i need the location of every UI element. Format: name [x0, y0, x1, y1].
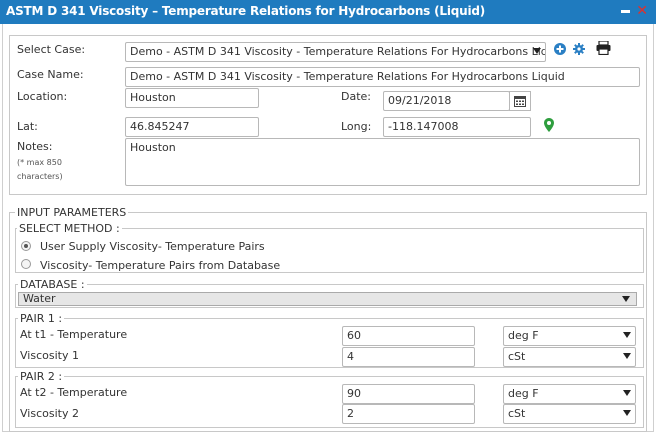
notes-field[interactable]: Houston: [125, 138, 640, 186]
close-icon[interactable]: ✕: [636, 3, 648, 19]
chevron-down-icon: [622, 296, 630, 302]
date-label: Date:: [341, 90, 371, 103]
settings-icon[interactable]: [573, 43, 585, 55]
lat-label: Lat:: [17, 120, 38, 133]
chevron-down-icon: [623, 332, 631, 338]
chevron-down-icon: [533, 48, 541, 54]
chevron-down-icon: [623, 390, 631, 396]
select-case-dropdown[interactable]: Demo - ASTM D 341 Viscosity - Temperatur…: [125, 42, 546, 62]
pair2-visc-unit-dropdown[interactable]: cSt: [503, 404, 636, 424]
date-picker-button[interactable]: [509, 91, 531, 111]
pair1-temp-label: At t1 - Temperature: [20, 328, 128, 341]
calendar-icon: [514, 96, 526, 107]
pair2-visc-field[interactable]: 2: [342, 404, 475, 424]
pair1-visc-unit-dropdown[interactable]: cSt: [503, 347, 636, 367]
database-dropdown[interactable]: Water: [18, 292, 637, 306]
select-case-value: Demo - ASTM D 341 Viscosity - Temperatur…: [130, 45, 546, 58]
notes-label: Notes:: [17, 140, 53, 153]
lat-field[interactable]: 46.845247: [125, 117, 259, 137]
add-icon[interactable]: [554, 43, 566, 55]
pair1-legend: PAIR 1 :: [18, 312, 65, 325]
method-label-user-supply: User Supply Viscosity- Temperature Pairs: [40, 240, 265, 253]
database-value: Water: [23, 292, 56, 305]
pair2-temp-label: At t2 - Temperature: [20, 386, 128, 399]
case-name-field[interactable]: Demo - ASTM D 341 Viscosity - Temperatur…: [125, 67, 640, 87]
pair2-visc-unit-value: cSt: [508, 407, 526, 420]
title-bar: ASTM D 341 Viscosity – Temperature Relat…: [0, 0, 656, 24]
pair2-temp-unit-dropdown[interactable]: deg F: [503, 384, 636, 404]
pair2-legend: PAIR 2 :: [18, 370, 65, 383]
method-label-database: Viscosity- Temperature Pairs from Databa…: [40, 259, 281, 272]
pair1-temp-unit-dropdown[interactable]: deg F: [503, 326, 636, 346]
pair2-visc-label: Viscosity 2: [20, 407, 79, 420]
pair1-temp-field[interactable]: 60: [342, 326, 475, 346]
pair2-temp-field[interactable]: 90: [342, 384, 475, 404]
database-legend: DATABASE :: [18, 278, 87, 291]
pair1-visc-field[interactable]: 4: [342, 347, 475, 367]
pair1-visc-label: Viscosity 1: [20, 349, 79, 362]
long-field[interactable]: -118.147008: [383, 117, 531, 137]
select-case-label: Select Case:: [17, 43, 86, 56]
chevron-down-icon: [623, 410, 631, 416]
long-label: Long:: [341, 120, 372, 133]
location-label: Location:: [17, 90, 68, 103]
method-radio-user-supply[interactable]: [21, 241, 31, 251]
minimize-icon[interactable]: [621, 10, 630, 13]
location-field[interactable]: Houston: [125, 88, 259, 108]
pair2-temp-unit-value: deg F: [508, 387, 539, 400]
select-method-legend: SELECT METHOD :: [17, 222, 122, 235]
notes-hint: (* max 850 characters): [17, 158, 63, 181]
print-icon[interactable]: [596, 41, 611, 55]
map-pin-icon[interactable]: [544, 118, 554, 132]
method-radio-database[interactable]: [21, 259, 31, 269]
window-title: ASTM D 341 Viscosity – Temperature Relat…: [6, 4, 486, 18]
input-parameters-legend: INPUT PARAMETERS: [15, 206, 129, 219]
pair1-temp-unit-value: deg F: [508, 329, 539, 342]
date-field[interactable]: 09/21/2018: [383, 91, 510, 111]
chevron-down-icon: [623, 353, 631, 359]
case-name-label: Case Name:: [17, 68, 84, 81]
pair1-visc-unit-value: cSt: [508, 350, 526, 363]
